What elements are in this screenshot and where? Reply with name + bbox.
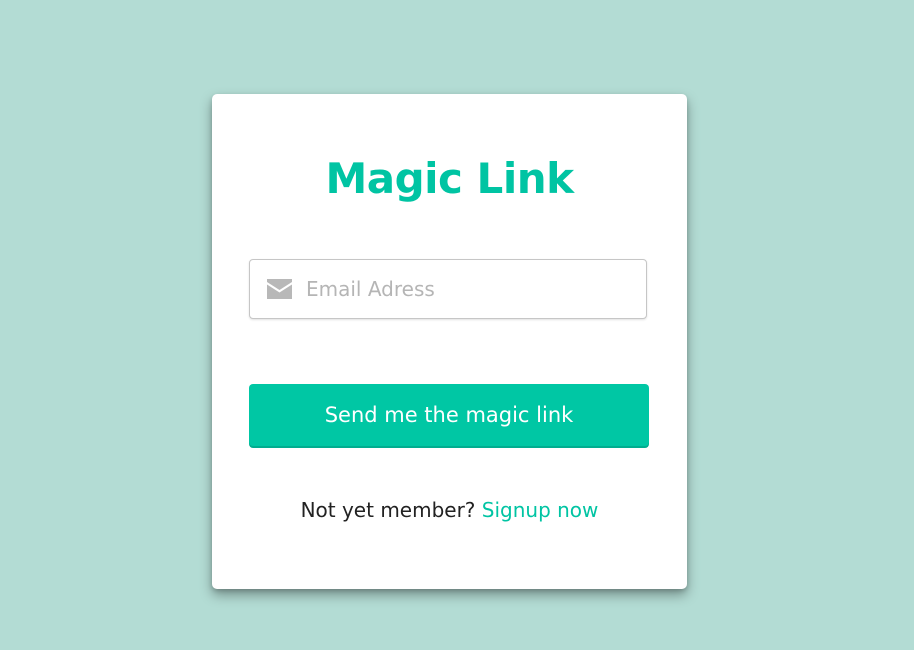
send-magic-link-button[interactable]: Send me the magic link (249, 384, 649, 446)
signup-prompt-text: Not yet member? (300, 498, 476, 522)
email-input[interactable] (306, 260, 636, 318)
page-title: Magic Link (325, 154, 574, 203)
signup-link[interactable]: Signup now (482, 498, 599, 522)
magic-link-card: Magic Link Send me the magic link Not ye… (212, 94, 687, 589)
email-field-container[interactable] (249, 259, 647, 319)
envelope-icon (267, 279, 292, 299)
signup-prompt: Not yet member? Signup now (212, 496, 687, 524)
